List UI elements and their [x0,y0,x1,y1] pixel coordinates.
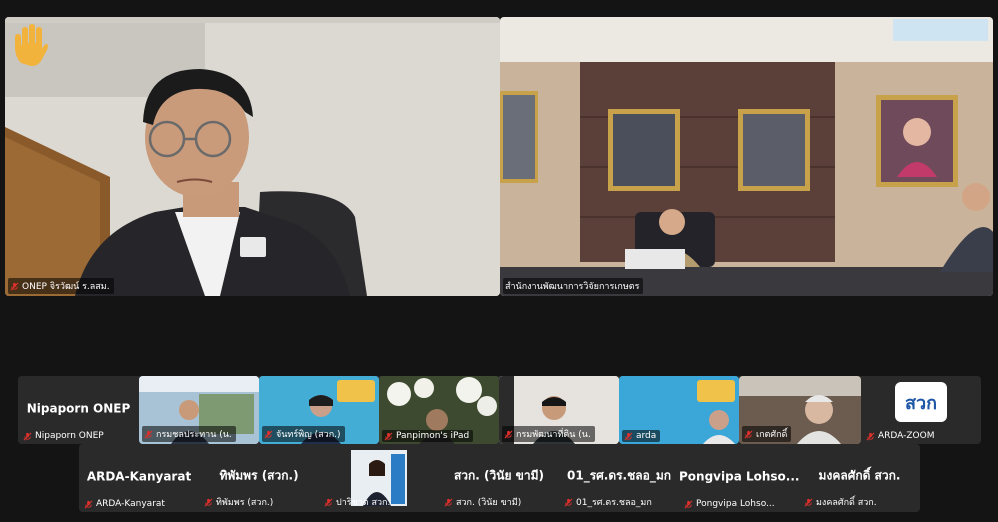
speaker-tile-onep[interactable]: ONEP จิรวัฒน์ ร.ลสม. [5,17,500,296]
mic-muted-icon [866,432,875,441]
participant-name-tag: ปาริชาต สวก. [322,494,394,510]
participant-name: Pongvipa Lohso... [696,499,775,509]
participant-tile[interactable]: Panpimon's iPad [379,376,499,444]
participant-video [500,17,993,296]
mic-muted-icon [264,430,273,439]
participant-tile[interactable]: เกตศักดิ์ [739,376,861,444]
participant-name-tag: มงคลศักดิ์ สวก. [802,494,881,510]
participant-tile[interactable]: สวก. (วินัย ขามี) สวก. (วินัย ขามี) [439,444,559,512]
participant-name: มงคลศักดิ์ สวก. [816,498,877,508]
mic-muted-icon [84,500,93,509]
mic-muted-icon [324,498,333,507]
participant-name: ทิพัมพร (สวก.) [216,498,274,508]
participant-name: สวก. (วินัย ขามี) [456,498,522,508]
mic-muted-icon [204,498,213,507]
raised-hand-icon [11,23,49,71]
participant-name-tag: Nipaporn ONEP [21,430,108,442]
participant-name: Panpimon's iPad [396,431,470,441]
participant-name-tag: เกตศักดิ์ [742,426,792,442]
participant-tile[interactable]: สวก ARDA-ZOOM [861,376,981,444]
participant-display-name: 01_รศ.ดร.ชลอ_มก [567,468,671,483]
mic-muted-icon [804,498,813,507]
participant-name-tag: ARDA-Kanyarat [82,498,169,510]
participant-display-name: Nipaporn ONEP [26,401,131,416]
mic-muted-icon [504,430,513,439]
participant-name: ปาริชาต สวก. [336,498,391,508]
mic-muted-icon [144,430,153,439]
participant-display-name: ทิพัมพร (สวก.) [219,468,299,483]
mic-muted-icon [23,432,32,441]
logo-text: สวก [905,392,937,414]
participant-tile[interactable]: Pongvipa Lohso... Pongvipa Lohso... [679,444,799,512]
participant-name: จันทร์พิญ (สวก.) [276,430,341,440]
participant-name-tag: ARDA-ZOOM [864,430,939,442]
mic-muted-icon [564,498,573,507]
participant-name-tag: ONEP จิรวัฒน์ ร.ลสม. [8,278,114,294]
participant-name-tag: สวก. (วินัย ขามี) [442,494,525,510]
participant-name-tag: ทิพัมพร (สวก.) [202,494,277,510]
participant-name: ARDA-ZOOM [878,431,935,441]
speaker-tile-arda-room[interactable]: สำนักงานพัฒนาการวิจัยการเกษตร [500,17,993,296]
participant-name-tag: Panpimon's iPad [382,430,474,442]
participant-name-tag: Pongvipa Lohso... [682,498,779,510]
participant-name: 01_รศ.ดร.ชลอ_มก [576,498,652,508]
participant-name: กรมพัฒนาที่ดิน (น. [516,430,591,440]
participant-tile[interactable]: กรมพัฒนาที่ดิน (น. [499,376,619,444]
participant-name: arda [636,431,657,441]
participant-name-tag: สำนักงานพัฒนาการวิจัยการเกษตร [503,278,644,294]
mic-muted-icon [444,498,453,507]
participant-name: ONEP จิรวัฒน์ ร.ลสม. [22,282,110,292]
participant-name: สำนักงานพัฒนาการวิจัยการเกษตร [505,282,640,292]
mic-muted-icon [10,282,19,291]
participant-name: เกตศักดิ์ [756,430,788,440]
participant-tile[interactable]: Nipaporn ONEP Nipaporn ONEP [18,376,139,444]
participant-name-tag: arda [622,430,661,442]
participant-name-tag: จันทร์พิญ (สวก.) [262,426,345,442]
participant-display-name: สวก. (วินัย ขามี) [453,468,545,483]
mic-muted-icon [384,432,393,441]
participant-name-tag: กรมพัฒนาที่ดิน (น. [502,426,595,442]
participant-tile[interactable]: ทิพัมพร (สวก.) ทิพัมพร (สวก.) [199,444,319,512]
participant-name: Nipaporn ONEP [35,431,104,441]
mic-muted-icon [684,500,693,509]
participant-name-tag: กรมชลประทาน (น. [142,426,236,442]
participant-tile[interactable]: กรมชลประทาน (น. [139,376,259,444]
arda-logo: สวก [895,382,947,422]
participant-tile[interactable]: ปาริชาต สวก. [319,444,439,512]
participant-video [5,17,500,296]
participant-display-name: มงคลศักดิ์ สวก. [818,468,901,483]
participant-tile[interactable]: arda [619,376,739,444]
participant-display-name: ARDA-Kanyarat [86,469,192,484]
participant-tile[interactable]: จันทร์พิญ (สวก.) [259,376,379,444]
participant-name-tag: 01_รศ.ดร.ชลอ_มก [562,494,656,510]
mic-muted-icon [624,432,633,441]
mic-muted-icon [744,430,753,439]
participant-tile[interactable]: 01_รศ.ดร.ชลอ_มก 01_รศ.ดร.ชลอ_มก [559,444,679,512]
participant-name: กรมชลประทาน (น. [156,430,232,440]
participant-tile[interactable]: ARDA-Kanyarat ARDA-Kanyarat [79,444,199,512]
participant-name: ARDA-Kanyarat [96,499,165,509]
participant-display-name: Pongvipa Lohso... [679,469,799,484]
participant-tile[interactable]: มงคลศักดิ์ สวก. มงคลศักดิ์ สวก. [799,444,920,512]
